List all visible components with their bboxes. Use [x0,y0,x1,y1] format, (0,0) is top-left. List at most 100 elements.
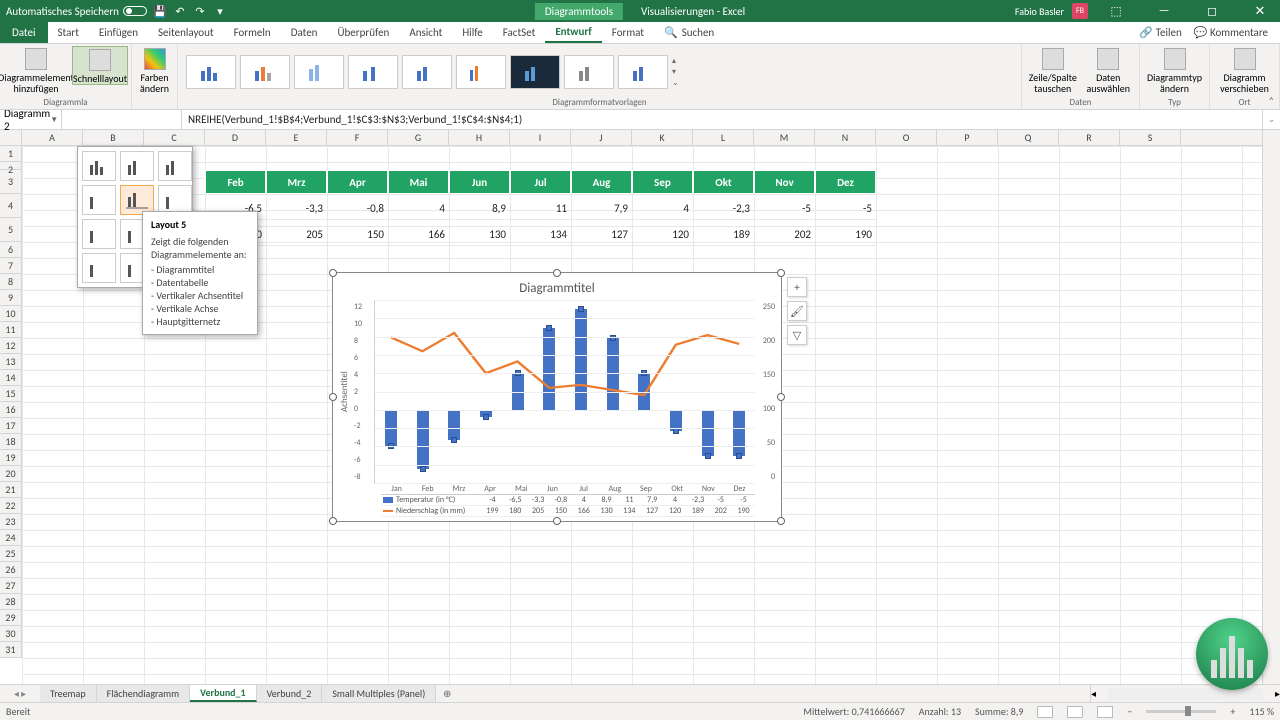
autosave-toggle[interactable]: Automatisches Speichern [6,5,147,18]
row-header[interactable]: 27 [0,578,21,594]
chart-style-thumb[interactable] [618,55,668,89]
horizontal-scrollbar[interactable]: ◂▸ [1090,685,1280,702]
column-header[interactable]: M [754,130,815,145]
formula-bar[interactable]: NREIHE(Verbund_1!$B$4;Verbund_1!$C$3:$N$… [182,110,1262,129]
row-header[interactable]: 30 [0,626,21,642]
toggle-switch-icon[interactable] [123,6,147,16]
cell-temp[interactable]: 4 [388,198,449,220]
quick-layout-button[interactable]: Schnelllayout [72,46,128,85]
column-header[interactable]: R [1059,130,1120,145]
plot-area[interactable] [374,300,755,484]
change-chart-type-button[interactable]: Diagrammtyp ändern [1146,46,1203,94]
row-header[interactable]: 19 [0,450,21,466]
close-icon[interactable]: ✕ [1240,0,1280,22]
row-header[interactable]: 14 [0,370,21,386]
cell-precip[interactable]: 166 [388,224,449,246]
cell-temp[interactable]: 7,9 [571,198,632,220]
ribbon-tab-einfügen[interactable]: Einfügen [89,22,148,43]
row-header[interactable]: 29 [0,610,21,626]
column-header[interactable]: O [876,130,937,145]
column-header[interactable]: G [388,130,449,145]
sheet-tab[interactable]: Verbund_2 [257,685,323,702]
chart-object[interactable]: + 🖌 ▽ Diagrammtitel Achsentitel 12108642… [332,272,782,522]
cell-precip[interactable]: 127 [571,224,632,246]
cell-precip[interactable]: 205 [266,224,327,246]
cell-temp[interactable]: -5 [754,198,815,220]
row-header[interactable]: 15 [0,386,21,402]
month-header[interactable]: Okt [693,170,754,194]
row-header[interactable]: 28 [0,594,21,610]
row-header[interactable]: 23 [0,514,21,530]
ribbon-tab-format[interactable]: Format [602,22,654,43]
collapse-ribbon-icon[interactable]: ˄ [1269,94,1274,107]
layout-option[interactable] [82,185,116,215]
page-break-view-button[interactable] [1097,706,1113,718]
row-header[interactable]: 11 [0,322,21,338]
line-series[interactable] [391,333,739,395]
sheet-tab[interactable]: Verbund_1 [190,685,257,702]
sheet-tab[interactable]: Small Multiples (Panel) [322,685,436,702]
row-header[interactable]: 12 [0,338,21,354]
ribbon-tab-hilfe[interactable]: Hilfe [452,22,492,43]
move-chart-button[interactable]: Diagramm verschieben [1216,46,1273,94]
column-header[interactable]: B [83,130,144,145]
select-all-corner[interactable] [0,130,22,146]
cell-precip[interactable]: 120 [632,224,693,246]
row-header[interactable]: 20 [0,466,21,482]
month-header[interactable]: Mai [388,170,449,194]
zoom-out-button[interactable]: − [1127,705,1132,718]
chart-styles-button[interactable]: 🖌 [787,301,807,321]
column-header[interactable]: K [632,130,693,145]
resize-handle[interactable] [777,517,785,525]
layout-option[interactable] [120,151,154,181]
sheet-tab[interactable]: Treemap [40,685,97,702]
cell-precip[interactable]: 134 [510,224,571,246]
switch-row-column-button[interactable]: Zeile/Spalte tauschen [1028,46,1078,94]
row-header[interactable]: 31 [0,642,21,658]
chart-title[interactable]: Diagrammtitel [337,277,777,300]
undo-icon[interactable]: ↶ [173,4,187,18]
row-header[interactable]: 25 [0,546,21,562]
column-header[interactable]: H [449,130,510,145]
row-header[interactable]: 8 [0,274,21,290]
row-header[interactable]: 21 [0,482,21,498]
month-header[interactable]: Sep [632,170,693,194]
resize-handle[interactable] [553,517,561,525]
ribbon-tab-formeln[interactable]: Formeln [224,22,281,43]
comments-button[interactable]: 💬 Kommentare [1194,26,1268,39]
user-avatar[interactable]: FB [1072,3,1088,19]
resize-handle[interactable] [553,269,561,277]
add-sheet-button[interactable]: ⊕ [436,685,458,702]
cell-precip[interactable]: 202 [754,224,815,246]
add-chart-element-button[interactable]: Diagrammelement hinzufügen [6,46,66,94]
month-header[interactable]: Feb [205,170,266,194]
file-tab[interactable]: Datei [0,22,48,43]
search-tab[interactable]: 🔍 Suchen [654,22,724,43]
user-name[interactable]: Fabio Basler [1015,5,1064,18]
cell-precip[interactable]: 190 [815,224,876,246]
column-header[interactable]: N [815,130,876,145]
layout-option[interactable] [82,253,116,283]
row-header[interactable]: 7 [0,258,21,274]
row-header[interactable]: 4 [0,194,21,218]
column-header[interactable]: D [205,130,266,145]
styles-scroll[interactable]: ▴▾⌄ [672,56,679,88]
month-header[interactable]: Jul [510,170,571,194]
row-header[interactable]: 13 [0,354,21,370]
month-header[interactable]: Dez [815,170,876,194]
resize-handle[interactable] [329,393,337,401]
column-header[interactable]: S [1120,130,1181,145]
chart-style-thumb[interactable] [510,55,560,89]
minimize-icon[interactable]: — [1144,0,1184,22]
page-layout-view-button[interactable] [1067,706,1083,718]
row-header[interactable]: 16 [0,402,21,418]
select-data-button[interactable]: Daten auswählen [1084,46,1134,94]
cell-temp[interactable]: -0,8 [327,198,388,220]
worksheet-grid[interactable]: ABCDEFGHIJKLMNOPQRS 12345678910111213141… [0,130,1280,684]
ribbon-tab-factset[interactable]: FactSet [493,22,546,43]
redo-icon[interactable]: ↷ [193,4,207,18]
column-header[interactable]: Q [998,130,1059,145]
cell-precip[interactable]: 189 [693,224,754,246]
chart-style-thumb[interactable] [348,55,398,89]
ribbon-tab-daten[interactable]: Daten [281,22,328,43]
